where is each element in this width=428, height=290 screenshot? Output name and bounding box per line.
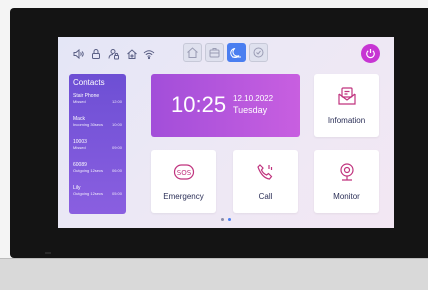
page-dot-1[interactable] (221, 218, 224, 221)
emergency-label: Emergency (163, 192, 204, 201)
phone-icon (255, 162, 277, 182)
call-tile[interactable]: Call (233, 150, 298, 213)
contact-item[interactable]: 10003 Missed 09:00 (73, 139, 125, 150)
monitor-label: Monitor (333, 192, 360, 201)
stand-edge (0, 258, 428, 259)
clock-day: Tuesday (233, 105, 268, 115)
mode-tab-home[interactable] (183, 43, 202, 62)
contact-item[interactable]: Lily Outgoing 12secs 05:00 (73, 185, 125, 196)
information-label: Infomation (327, 116, 366, 125)
clock-time: 10:25 (171, 92, 227, 117)
sos-icon: SOS (173, 162, 195, 182)
clock-date: 12.10.2022 (233, 94, 274, 103)
home-outline-icon[interactable] (126, 48, 138, 60)
information-tile[interactable]: Infomation (314, 74, 379, 137)
envelope-icon (336, 86, 358, 106)
emergency-tile[interactable]: SOS Emergency (151, 150, 216, 213)
power-icon (366, 49, 375, 59)
mode-tab-away[interactable] (205, 43, 224, 62)
contacts-title: Contacts (73, 78, 105, 87)
contact-time: 06:00 (111, 168, 122, 173)
svg-text:SOS: SOS (176, 169, 191, 177)
contact-time: 09:00 (111, 145, 122, 150)
wifi-icon[interactable] (143, 48, 155, 60)
contact-time: 10:00 (111, 122, 122, 127)
lock-icon[interactable] (90, 48, 102, 60)
mode-tab-disarm[interactable] (249, 43, 268, 62)
volume-icon[interactable] (72, 48, 84, 60)
contact-item[interactable]: 60089 Outgoing 12secs 06:00 (73, 162, 125, 173)
monitor-tile[interactable]: Monitor (314, 150, 379, 213)
mode-tab-sleep[interactable] (227, 43, 246, 62)
contact-time: 05:00 (111, 191, 122, 196)
power-button[interactable] (361, 44, 380, 63)
contact-item[interactable]: Stair Phone Missed 12:00 (73, 93, 125, 104)
user-lock-icon[interactable] (108, 48, 120, 60)
camera-icon (336, 162, 358, 182)
touch-screen: Contacts Stair Phone Missed 12:00 Mack I… (58, 37, 394, 228)
contacts-panel[interactable]: Contacts Stair Phone Missed 12:00 Mack I… (69, 74, 126, 214)
page-dot-2[interactable] (228, 218, 231, 221)
contact-time: 12:00 (111, 99, 122, 104)
clock-card: 10:25 12.10.2022 Tuesday (151, 74, 300, 137)
call-label: Call (258, 192, 273, 201)
indicator-led (45, 252, 51, 254)
contact-item[interactable]: Mack Incoming 30secs 10:00 (73, 116, 125, 127)
device-stand (0, 258, 428, 290)
